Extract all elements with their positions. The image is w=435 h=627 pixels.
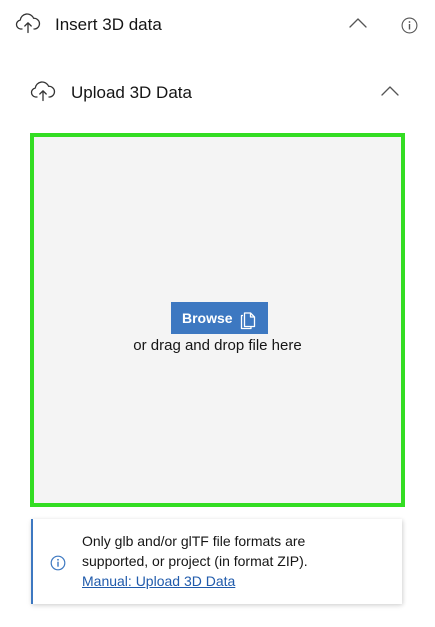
copy-icon — [240, 309, 256, 330]
note-text: Only glb and/or glTF file formats are su… — [82, 531, 382, 591]
browse-button[interactable]: Browse — [171, 302, 268, 334]
cloud-upload-icon — [30, 80, 56, 102]
browse-button-label: Browse — [182, 310, 233, 326]
format-info-note: Only glb and/or glTF file formats are su… — [31, 519, 402, 604]
section-title: Upload 3D Data — [71, 83, 192, 102]
drop-hint: or drag and drop file here — [133, 337, 302, 354]
info-icon — [50, 555, 66, 571]
insert-3d-data-panel: Insert 3D data Upload 3D Data Browse or … — [0, 0, 435, 627]
panel-header: Insert 3D data — [0, 0, 435, 50]
note-line-2: supported, or project (in format ZIP). — [82, 553, 308, 569]
collapse-chevron-up-icon[interactable] — [348, 16, 368, 30]
panel-title: Insert 3D data — [55, 15, 162, 34]
info-icon[interactable] — [401, 17, 418, 34]
upload-3d-data-section-header[interactable]: Upload 3D Data — [0, 70, 435, 120]
manual-link[interactable]: Manual: Upload 3D Data — [82, 571, 382, 591]
file-drop-zone[interactable]: Browse or drag and drop file here — [30, 133, 405, 507]
cloud-upload-icon — [15, 12, 41, 34]
note-line-1: Only glb and/or glTF file formats are — [82, 533, 306, 549]
section-chevron-up-icon[interactable] — [380, 84, 400, 98]
